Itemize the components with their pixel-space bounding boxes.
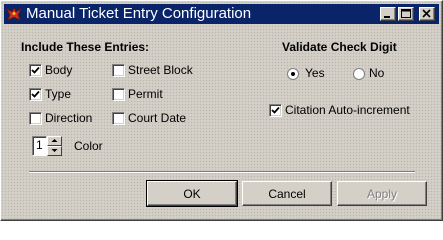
body-checkbox[interactable]: [29, 64, 42, 77]
direction-label[interactable]: Direction: [45, 111, 92, 126]
color-label: Color: [74, 139, 103, 153]
direction-checkbox[interactable]: [29, 112, 42, 125]
close-icon: [422, 9, 431, 18]
validate-check-digit-heading: Validate Check Digit: [282, 40, 397, 54]
no-radio[interactable]: [353, 68, 365, 80]
cancel-button[interactable]: Cancel: [242, 181, 332, 206]
checkmark-icon: [31, 66, 40, 74]
maximize-button[interactable]: [398, 7, 414, 21]
body-label[interactable]: Body: [45, 63, 72, 78]
permit-label[interactable]: Permit: [128, 87, 163, 102]
window-title: Manual Ticket Entry Configuration: [26, 5, 252, 22]
arrow-up-icon: [51, 139, 58, 142]
maximize-icon: [401, 9, 411, 18]
court-date-checkbox[interactable]: [112, 112, 125, 125]
arrow-down-icon: [51, 149, 58, 152]
checkmark-icon: [271, 106, 280, 114]
yes-radio[interactable]: [287, 68, 299, 80]
spinner-down-button[interactable]: [47, 146, 62, 156]
street-block-label[interactable]: Street Block: [128, 63, 193, 78]
separator-line: [29, 171, 415, 173]
title-bar[interactable]: Manual Ticket Entry Configuration: [4, 4, 439, 24]
street-block-checkbox[interactable]: [112, 64, 125, 77]
checkmark-icon: [31, 90, 40, 98]
apply-button: Apply: [337, 181, 427, 206]
citation-auto-increment-label[interactable]: Citation Auto-increment: [285, 103, 410, 118]
court-date-label[interactable]: Court Date: [128, 111, 186, 126]
ok-button[interactable]: OK: [146, 180, 238, 207]
type-label[interactable]: Type: [45, 87, 71, 102]
color-spinner-input[interactable]: 1: [32, 136, 47, 156]
spinner-up-button[interactable]: [47, 136, 62, 146]
type-checkbox[interactable]: [29, 88, 42, 101]
red-bird-app-icon: [6, 7, 22, 21]
dialog-window: Manual Ticket Entry Configuration Includ…: [0, 0, 443, 221]
minimize-icon: [384, 16, 390, 18]
minimize-button[interactable]: [380, 7, 396, 21]
citation-auto-increment-checkbox[interactable]: [269, 104, 282, 117]
yes-label[interactable]: Yes: [305, 66, 325, 81]
close-button[interactable]: [419, 7, 435, 21]
include-entries-heading: Include These Entries:: [21, 40, 150, 54]
permit-checkbox[interactable]: [112, 88, 125, 101]
no-label[interactable]: No: [369, 66, 384, 81]
